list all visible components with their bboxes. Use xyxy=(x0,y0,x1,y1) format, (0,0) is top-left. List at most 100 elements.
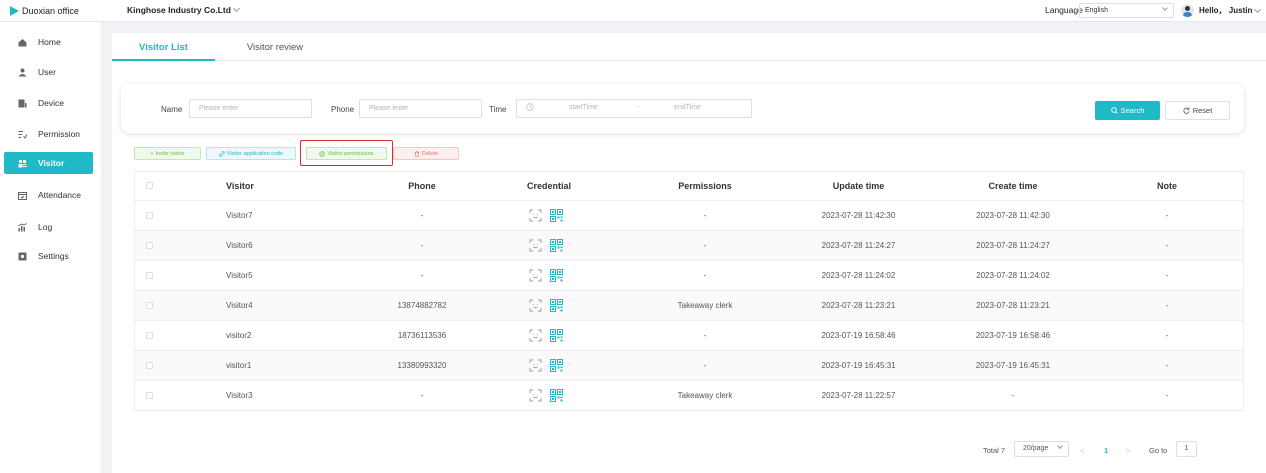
row-checkbox[interactable] xyxy=(146,272,153,279)
chevron-down-icon xyxy=(1162,5,1168,11)
sidebar-item-log[interactable]: Log xyxy=(4,216,93,238)
sidebar-item-device[interactable]: Device xyxy=(4,92,93,114)
face-id-icon[interactable] xyxy=(529,299,542,312)
face-id-icon[interactable] xyxy=(529,359,542,372)
invite-visitor-button[interactable]: + Invite visitor xyxy=(134,147,201,160)
avatar[interactable] xyxy=(1181,4,1194,17)
company-selector[interactable]: Kinghose Industry Co.Ltd xyxy=(127,4,240,15)
phone-cell: - xyxy=(420,391,424,400)
language-label: Language xyxy=(1045,5,1083,15)
row-checkbox[interactable] xyxy=(146,332,153,339)
select-all-checkbox[interactable] xyxy=(146,182,153,189)
row-checkbox[interactable] xyxy=(146,392,153,399)
row-checkbox[interactable] xyxy=(146,242,153,249)
qr-code-icon[interactable] xyxy=(550,359,563,372)
prev-page-button[interactable]: < xyxy=(1080,446,1084,460)
visitor-application-code-button[interactable]: Visitor application code xyxy=(206,147,296,160)
phone-input[interactable] xyxy=(359,99,482,118)
column-header-credential[interactable]: Credential xyxy=(475,172,623,202)
column-header-create-time[interactable]: Create time xyxy=(938,172,1088,202)
name-input[interactable] xyxy=(189,99,312,118)
sidebar-item-label: Settings xyxy=(38,251,69,261)
next-page-button[interactable]: > xyxy=(1126,446,1130,460)
sidebar-item-visitor[interactable]: Visitor xyxy=(4,152,93,174)
sidebar-item-label: Visitor xyxy=(38,158,65,168)
note-cell: - xyxy=(1165,361,1169,370)
application-code-label: Visitor application code xyxy=(226,150,284,157)
time-range-picker[interactable]: startTime - endTime xyxy=(516,99,752,118)
qr-code-icon[interactable] xyxy=(550,269,563,282)
face-id-icon[interactable] xyxy=(529,209,542,222)
table-row[interactable]: Visitor3 - Takeaway clerk 2023-07-28 11:… xyxy=(135,381,1243,411)
page-size-select[interactable]: 20/page xyxy=(1014,441,1069,457)
goto-page-input[interactable]: 1 xyxy=(1176,441,1197,457)
sidebar-item-user[interactable]: User xyxy=(4,61,93,83)
user-menu[interactable]: Hello， Justin xyxy=(1199,5,1262,16)
sidebar-item-home[interactable]: Home xyxy=(4,31,93,53)
sidebar-item-permission[interactable]: Permission xyxy=(4,123,93,145)
home-icon xyxy=(18,38,27,47)
table-row[interactable]: Visitor4 13874882782 Takeaway clerk 2023… xyxy=(135,291,1243,321)
logo-icon xyxy=(10,5,20,17)
visitor-permissions-button[interactable]: Visitor permissions xyxy=(306,147,387,160)
top-bar: Duoxian office Kinghose Industry Co.Ltd … xyxy=(0,0,1266,22)
tab-visitor-review[interactable]: Visitor review xyxy=(230,33,320,61)
visitor-cell: Visitor3 xyxy=(226,391,253,400)
face-id-icon[interactable] xyxy=(529,239,542,252)
log-icon xyxy=(18,222,27,232)
face-id-icon[interactable] xyxy=(529,389,542,402)
create-time-cell: 2023-07-28 11:23:21 xyxy=(976,301,1050,310)
delete-button[interactable]: Delete xyxy=(393,147,459,160)
table-row[interactable]: visitor1 13380993320 - 2023-07-19 16:45:… xyxy=(135,351,1243,381)
page-number-current[interactable]: 1 xyxy=(1104,446,1108,460)
permissions-label: Visitor permissions xyxy=(327,150,374,157)
language-select[interactable]: English xyxy=(1079,3,1174,18)
qr-code-icon[interactable] xyxy=(550,329,563,342)
permissions-cell: - xyxy=(703,361,707,370)
qr-code-icon[interactable] xyxy=(550,239,563,252)
update-time-cell: 2023-07-19 16:58:46 xyxy=(821,331,896,340)
plus-icon: + xyxy=(150,150,154,157)
column-header-update-time[interactable]: Update time xyxy=(785,172,932,202)
table-row[interactable]: visitor2 18736113536 - 2023-07-19 16:58:… xyxy=(135,321,1243,351)
row-checkbox[interactable] xyxy=(146,362,153,369)
permissions-cell: - xyxy=(703,271,707,280)
credential-cell xyxy=(529,299,563,312)
chevron-down-icon xyxy=(232,4,240,13)
phone-cell: 13380993320 xyxy=(397,361,447,370)
visitor-cell: Visitor4 xyxy=(226,301,253,310)
qr-code-icon[interactable] xyxy=(550,299,563,312)
language-value: English xyxy=(1085,7,1108,14)
search-button[interactable]: Search xyxy=(1095,101,1160,120)
table-row[interactable]: Visitor7 - - 2023-07-28 11:42:30 2023-07… xyxy=(135,201,1243,231)
update-time-cell: 2023-07-28 11:23:21 xyxy=(821,301,896,310)
create-time-cell: 2023-07-19 16:45:31 xyxy=(975,361,1051,370)
face-id-icon[interactable] xyxy=(529,269,542,282)
chevron-down-icon xyxy=(1254,5,1262,13)
create-time-cell: 2023-07-28 11:42:30 xyxy=(976,211,1050,220)
phone-cell: 13874882782 xyxy=(397,301,447,310)
sidebar-item-label: Log xyxy=(38,222,53,232)
update-time-cell: 2023-07-28 11:42:30 xyxy=(821,211,896,220)
app-logo[interactable]: Duoxian office xyxy=(10,4,79,18)
face-id-icon[interactable] xyxy=(529,329,542,342)
tab-visitor-list[interactable]: Visitor List xyxy=(112,33,215,61)
sidebar-item-label: Home xyxy=(38,37,61,47)
table-row[interactable]: Visitor6 - - 2023-07-28 11:24:27 2023-07… xyxy=(135,231,1243,261)
company-name: Kinghose Industry Co.Ltd xyxy=(127,5,231,15)
visitor-cell: Visitor6 xyxy=(226,241,253,250)
column-header-permissions[interactable]: Permissions xyxy=(630,172,780,202)
clock-icon xyxy=(526,103,534,113)
column-header-visitor[interactable]: Visitor xyxy=(226,172,346,202)
qr-code-icon[interactable] xyxy=(550,209,563,222)
qr-code-icon[interactable] xyxy=(550,389,563,402)
column-header-note[interactable]: Note xyxy=(1092,172,1242,202)
note-cell: - xyxy=(1165,331,1169,340)
row-checkbox[interactable] xyxy=(146,302,153,309)
reset-button[interactable]: Reset xyxy=(1165,101,1230,120)
sidebar-item-label: Permission xyxy=(38,129,81,139)
sidebar-item-attendance[interactable]: Attendance xyxy=(4,184,93,206)
sidebar-item-settings[interactable]: Settings xyxy=(4,245,93,267)
table-row[interactable]: Visitor5 - - 2023-07-28 11:24:02 2023-07… xyxy=(135,261,1243,291)
row-checkbox[interactable] xyxy=(146,212,153,219)
